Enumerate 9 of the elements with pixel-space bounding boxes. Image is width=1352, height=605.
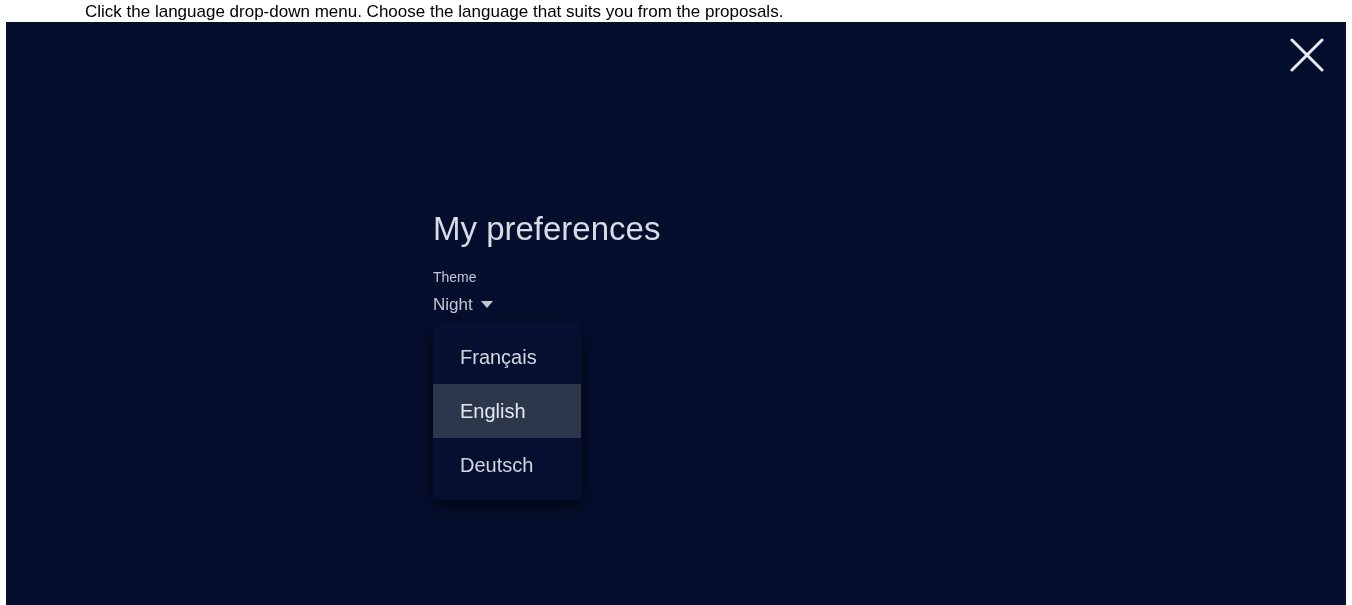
- caret-icon: [480, 300, 493, 309]
- close-icon[interactable]: [1288, 36, 1326, 74]
- instruction-text: Click the language drop-down menu. Choose the language that suits you from the proposals.: [85, 2, 784, 20]
- language-option[interactable]: English: [433, 383, 581, 438]
- page-title: My preferences: [433, 212, 662, 245]
- theme-label: Theme: [433, 268, 478, 287]
- theme-dropdown[interactable]: Night: [433, 292, 493, 318]
- language-option[interactable]: Deutsch: [433, 437, 581, 492]
- language-option[interactable]: Français: [433, 329, 581, 384]
